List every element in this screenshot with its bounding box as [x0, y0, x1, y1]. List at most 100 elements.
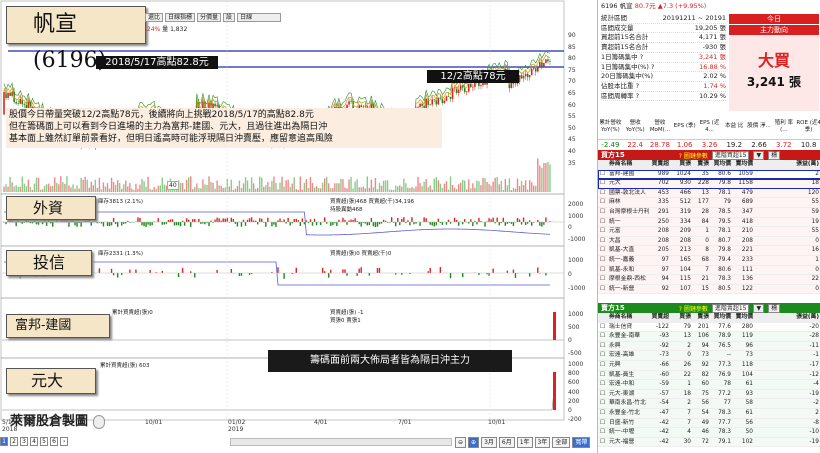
- page-tab-3[interactable]: 3: [20, 437, 28, 446]
- fund-header[interactable]: EPS (近4...: [697, 120, 722, 133]
- page-tab-1[interactable]: 1: [0, 437, 8, 446]
- row-checkbox[interactable]: ☐: [598, 390, 607, 399]
- fund-header[interactable]: EPS (季): [672, 123, 697, 130]
- row-checkbox[interactable]: ☐: [598, 179, 607, 188]
- sell-dropdown-icon[interactable]: ▼: [753, 303, 765, 313]
- table-row[interactable]: ☐ 元興 -66 26 92 77.3 118 -17: [598, 360, 820, 371]
- row-checkbox[interactable]: ☐: [598, 208, 607, 217]
- toolbar-indicator-button[interactable]: 日線指標: [165, 13, 196, 22]
- fund-header[interactable]: 股價 淨...: [747, 123, 772, 130]
- table-row[interactable]: ☐ 凱基-大直 205 213 8 79.8 221 16: [598, 246, 820, 256]
- fund-header[interactable]: ROE (近4季): [796, 120, 820, 133]
- table-row[interactable]: ☐ 統一-新營 92 107 15 80.5 122 0: [598, 284, 820, 295]
- range-3y-button[interactable]: 3年: [534, 437, 551, 448]
- sell-filter-select[interactable]: 進階賣超15: [711, 303, 750, 313]
- column-header[interactable]: 買張: [671, 160, 693, 169]
- row-checkbox[interactable]: ☐: [598, 351, 607, 360]
- row-checkbox[interactable]: ☐: [598, 198, 607, 207]
- fund-header[interactable]: 殖利 率(...: [771, 120, 796, 133]
- table-row[interactable]: ☐ 元富 208 209 1 78.1 210 55: [598, 227, 820, 237]
- column-header[interactable]: 賣均價: [733, 313, 755, 322]
- sell-mark-button[interactable]: 標: [768, 303, 781, 313]
- page-tab-4[interactable]: 4: [30, 437, 38, 446]
- column-header[interactable]: 張益(萬): [755, 160, 820, 169]
- row-checkbox[interactable]: ☐: [598, 323, 607, 332]
- row-checkbox[interactable]: ☐: [598, 332, 607, 341]
- buy-mark-button[interactable]: 標: [768, 150, 781, 160]
- fund-header[interactable]: 本益 比: [722, 123, 747, 130]
- table-row[interactable]: ☐ 永興 -92 2 94 76.5 96 -11: [598, 341, 820, 352]
- row-checkbox[interactable]: ☐: [598, 246, 607, 255]
- range-3m-button[interactable]: 3月: [481, 437, 497, 448]
- table-row[interactable]: ☐ 永豐金-南華 -93 13 106 78.9 119 -28: [598, 332, 820, 342]
- page-next-icon[interactable]: ›: [60, 437, 69, 446]
- row-checkbox[interactable]: ☐: [598, 170, 607, 179]
- table-row[interactable]: ☐ 宏遠-高雄 -73 0 73 -- 73 -1: [598, 351, 820, 361]
- column-header[interactable]: 賣張: [693, 313, 711, 322]
- table-row[interactable]: ☐ 永豐金-竹北 -47 7 54 78.3 61 2: [598, 408, 820, 419]
- column-header[interactable]: [598, 313, 607, 322]
- table-row[interactable]: ☐ 元大 702 930 228 79.8 1158 18: [598, 179, 820, 189]
- row-checkbox[interactable]: ☐: [598, 256, 607, 265]
- range-wide-button[interactable]: 寬帶: [572, 437, 591, 448]
- row-checkbox[interactable]: ☐: [598, 380, 607, 389]
- table-row[interactable]: ☐ 統一-嘉義 97 165 68 79.4 233 1: [598, 255, 820, 266]
- buy-filter-select[interactable]: 進階買超15: [711, 150, 750, 160]
- row-checkbox[interactable]: ☐: [598, 237, 607, 246]
- buy-dropdown-icon[interactable]: ▼: [753, 150, 765, 160]
- fund-header[interactable]: 累計營收 YoY(%): [598, 120, 623, 133]
- column-header[interactable]: 賣均價: [733, 160, 755, 169]
- column-header[interactable]: 買張: [671, 313, 693, 322]
- table-row[interactable]: ☐ 台灣摩根士丹利 291 319 28 78.5 347 59: [598, 207, 820, 218]
- table-row[interactable]: ☐ 麻林 335 512 177 79 689 55: [598, 198, 820, 208]
- table-row[interactable]: ☐ 華南永昌-竹北 -54 2 56 77 58 -2: [598, 399, 820, 409]
- range-all-button[interactable]: 全部: [552, 437, 571, 448]
- table-row[interactable]: ☐ 大昌 208 208 0 80.7 208 0: [598, 236, 820, 247]
- table-row[interactable]: ☐ 統一 250 334 84 79.5 418 19: [598, 217, 820, 228]
- column-header[interactable]: 張益(萬): [755, 313, 820, 322]
- row-checkbox[interactable]: ☐: [598, 371, 607, 380]
- buy-ref-link[interactable]: ? 圖鏈參數: [679, 151, 708, 160]
- row-checkbox[interactable]: ☐: [598, 438, 607, 447]
- row-checkbox[interactable]: ☐: [598, 419, 607, 428]
- table-row[interactable]: ☐ 宏遠-中和 -59 1 60 78 61 -4: [598, 380, 820, 390]
- table-row[interactable]: ☐ 凱基-永和 97 104 7 80.6 111 0: [598, 265, 820, 276]
- table-row[interactable]: ☐ 摩根金鼎-西松 94 115 21 78.3 136 22: [598, 275, 820, 285]
- table-row[interactable]: ☐ 日盛-新竹 -42 7 49 77.7 56 -8: [598, 418, 820, 429]
- row-checkbox[interactable]: ☐: [598, 409, 607, 418]
- table-row[interactable]: ☐ 瑞士信貸 -122 79 201 77.6 280 -20: [598, 323, 820, 333]
- page-tab-6[interactable]: 6: [50, 437, 58, 446]
- row-checkbox[interactable]: ☐: [598, 428, 607, 437]
- scrollbar[interactable]: [230, 438, 452, 446]
- fund-header[interactable]: 營收 MoM(...: [648, 120, 673, 133]
- row-checkbox[interactable]: ☐: [598, 218, 607, 227]
- table-row[interactable]: ☐ 凱基-員生 -60 22 82 76.9 104 -12: [598, 370, 820, 381]
- row-checkbox[interactable]: ☐: [598, 266, 607, 275]
- table-row[interactable]: ☐ 富邦-建國 989 1024 35 80.6 1059 2: [598, 169, 820, 180]
- column-header[interactable]: 券商名稱: [607, 160, 649, 169]
- column-header[interactable]: 買賣超: [649, 313, 671, 322]
- sell-ref-link[interactable]: ? 圖鏈參數: [679, 304, 708, 313]
- range-6m-button[interactable]: 6月: [498, 437, 515, 448]
- row-checkbox[interactable]: ☐: [598, 189, 607, 198]
- fund-header[interactable]: 營收 YoY(%): [623, 120, 648, 133]
- row-checkbox[interactable]: ☐: [598, 275, 607, 284]
- zoom-out-icon[interactable]: ⊖: [455, 437, 467, 448]
- range-1y-button[interactable]: 1年: [516, 437, 533, 448]
- column-header[interactable]: [598, 160, 607, 169]
- toolbar-volume-profile-button[interactable]: 分價量: [197, 13, 222, 22]
- column-header[interactable]: 券商名稱: [607, 313, 649, 322]
- column-header[interactable]: 賣張: [693, 160, 711, 169]
- table-row[interactable]: ☐ 元大-東湖 -57 18 75 77.2 93 -19: [598, 389, 820, 400]
- table-row[interactable]: ☐ 國票-敦北法人 453 466 13 78.1 479 120: [598, 188, 820, 199]
- toolbar-period-select[interactable]: 日線: [237, 13, 282, 22]
- page-tab-2[interactable]: 2: [10, 437, 18, 446]
- zoom-in-icon[interactable]: ⊕: [468, 437, 480, 448]
- column-header[interactable]: 買均價: [711, 313, 733, 322]
- row-checkbox[interactable]: ☐: [598, 285, 607, 294]
- row-checkbox[interactable]: ☐: [598, 399, 607, 408]
- toolbar-settings-button[interactable]: 設: [223, 13, 236, 22]
- table-row[interactable]: ☐ 統一-中壢 -42 4 46 78.3 50 -10: [598, 428, 820, 438]
- table-row[interactable]: ☐ 元大-福營 -42 30 72 79.1 102 -19: [598, 437, 820, 448]
- page-tab-5[interactable]: 5: [40, 437, 48, 446]
